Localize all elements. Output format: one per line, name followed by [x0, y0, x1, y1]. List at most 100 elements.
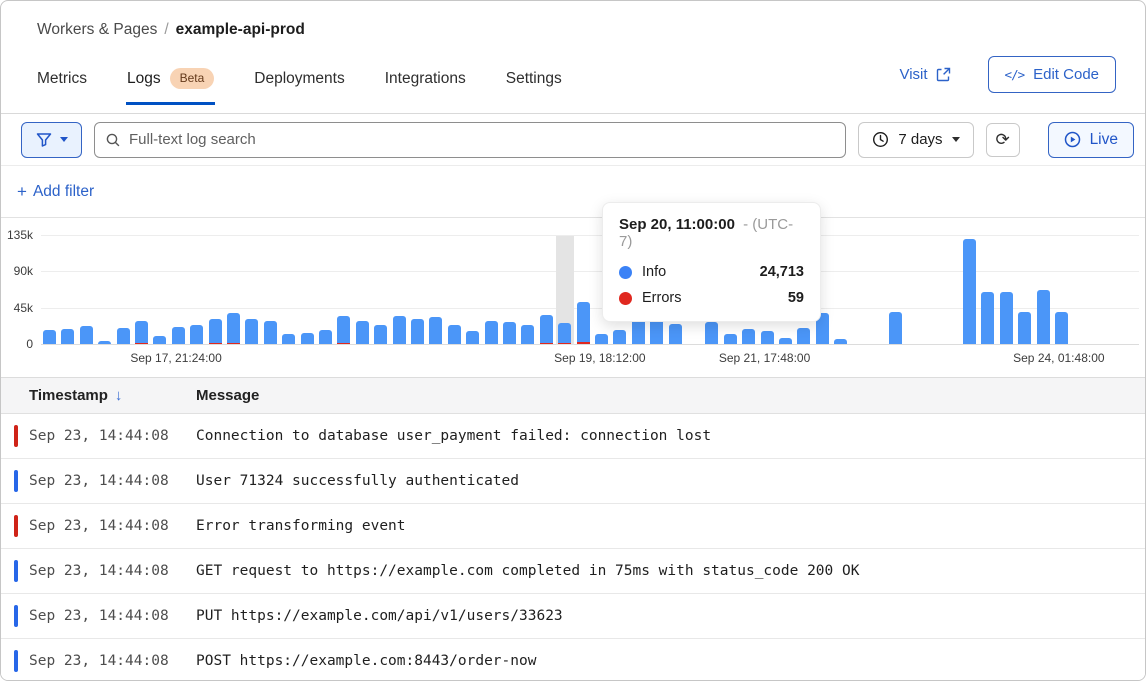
chart-bar[interactable]	[669, 324, 682, 344]
chart-bar[interactable]	[613, 330, 626, 344]
edit-code-button[interactable]: </> Edit Code	[988, 56, 1116, 93]
visit-link[interactable]: Visit	[899, 66, 950, 83]
chart-bar[interactable]	[1018, 312, 1031, 344]
chart-bar-info-segment	[209, 319, 222, 342]
info-level-indicator	[14, 560, 18, 582]
chart-bar[interactable]	[705, 322, 718, 344]
y-axis-tick-label: 45k	[14, 301, 33, 315]
chart-bar[interactable]	[319, 330, 332, 344]
chart-bar-info-segment	[245, 319, 258, 344]
log-row[interactable]: Sep 23, 14:44:08Connection to database u…	[1, 414, 1145, 459]
chart-bar[interactable]	[981, 292, 994, 344]
sort-desc-icon[interactable]: ↓	[115, 387, 123, 404]
chart-bar[interactable]	[374, 325, 387, 344]
chart-bar[interactable]	[742, 329, 755, 344]
chart-bar[interactable]	[43, 330, 56, 344]
chart-bar[interactable]	[245, 319, 258, 344]
log-row[interactable]: Sep 23, 14:44:08PUT https://example.com/…	[1, 594, 1145, 639]
chart-bar[interactable]	[227, 313, 240, 344]
chart-bar[interactable]	[356, 321, 369, 344]
tab-logs[interactable]: LogsBeta	[126, 66, 215, 105]
search-field	[94, 122, 846, 158]
refresh-button[interactable]: ⟳	[986, 123, 1020, 157]
chart-bar-error-segment	[227, 343, 240, 345]
chart-bar[interactable]	[393, 316, 406, 344]
chart-bar-info-segment	[963, 239, 976, 344]
chart-bar[interactable]	[337, 316, 350, 344]
chart-bar[interactable]	[761, 331, 774, 344]
log-message: POST https://example.com:8443/order-now	[196, 653, 1145, 669]
edit-code-label: Edit Code	[1033, 66, 1099, 83]
chart-plot	[41, 236, 1139, 345]
log-row[interactable]: Sep 23, 14:44:08POST https://example.com…	[1, 639, 1145, 681]
chart-bar[interactable]	[889, 312, 902, 344]
chart-bar[interactable]	[779, 338, 792, 344]
tab-deployments[interactable]: Deployments	[253, 66, 345, 105]
breadcrumb-section[interactable]: Workers & Pages	[37, 21, 157, 38]
chart-bar[interactable]	[540, 315, 553, 344]
chart-bar-info-segment	[889, 312, 902, 344]
live-button[interactable]: Live	[1048, 122, 1134, 158]
chart-bar-error-segment	[209, 343, 222, 345]
chart-bar[interactable]	[80, 326, 93, 344]
error-level-indicator	[14, 425, 18, 447]
code-icon: </>	[1005, 67, 1025, 82]
log-message: User 71324 successfully authenticated	[196, 473, 1145, 489]
filter-menu-button[interactable]	[21, 122, 82, 158]
chart-bar-info-segment	[466, 331, 479, 344]
log-table-body: Sep 23, 14:44:08Connection to database u…	[1, 414, 1145, 681]
log-row[interactable]: Sep 23, 14:44:08GET request to https://e…	[1, 549, 1145, 594]
play-circle-icon	[1064, 131, 1081, 148]
chart-bar[interactable]	[411, 319, 424, 344]
tab-metrics[interactable]: Metrics	[36, 66, 88, 105]
tabs: Metrics LogsBeta Deployments Integrations Se…	[36, 66, 563, 105]
chart-bar[interactable]	[209, 319, 222, 344]
chart-y-axis: 135k90k45k0	[1, 236, 35, 345]
chart-bar[interactable]	[172, 327, 185, 344]
chart-bar[interactable]	[190, 325, 203, 344]
column-header-timestamp[interactable]: Timestamp ↓	[1, 387, 196, 404]
chart-bar[interactable]	[577, 302, 590, 344]
chart-bar[interactable]	[1055, 312, 1068, 344]
chart-bar[interactable]	[429, 317, 442, 344]
log-table: Timestamp ↓ Message Sep 23, 14:44:08Conn…	[1, 377, 1145, 681]
chart-bar[interactable]	[282, 334, 295, 344]
chart-bar[interactable]	[558, 323, 571, 344]
funnel-icon	[36, 132, 52, 148]
log-row[interactable]: Sep 23, 14:44:08Error transforming event	[1, 504, 1145, 549]
chart-bar[interactable]	[485, 321, 498, 344]
tab-integrations[interactable]: Integrations	[384, 66, 467, 105]
chart-bar[interactable]	[503, 322, 516, 344]
chart-bar[interactable]	[135, 321, 148, 344]
chart-bar[interactable]	[264, 321, 277, 344]
chart-bar-info-segment	[393, 316, 406, 344]
y-axis-tick-label: 0	[26, 337, 33, 351]
chart-bar[interactable]	[153, 336, 166, 344]
chart-bar[interactable]	[724, 334, 737, 344]
live-label: Live	[1090, 131, 1118, 149]
tab-label: Deployments	[254, 70, 344, 88]
chart-bar[interactable]	[1000, 292, 1013, 344]
chart-bar[interactable]	[117, 328, 130, 344]
search-input[interactable]	[94, 122, 846, 158]
chart-bar[interactable]	[98, 341, 111, 344]
chart-bar[interactable]	[448, 325, 461, 344]
chart-bar[interactable]	[963, 239, 976, 344]
chart-bar[interactable]	[797, 328, 810, 344]
chart-bar[interactable]	[61, 329, 74, 344]
chart-bar[interactable]	[301, 333, 314, 344]
chart-bar[interactable]	[595, 334, 608, 344]
tab-settings[interactable]: Settings	[505, 66, 563, 105]
chart-bar-info-segment	[1018, 312, 1031, 344]
time-range-button[interactable]: 7 days	[858, 122, 973, 158]
tooltip-rows: Info24,713Errors59	[619, 264, 804, 306]
chart-bar-info-segment	[724, 334, 737, 344]
chart-bar[interactable]	[521, 325, 534, 344]
chart-bar-info-segment	[374, 325, 387, 344]
chart-bar[interactable]	[834, 339, 847, 344]
chart-bar-info-segment	[981, 292, 994, 344]
chart-bar[interactable]	[466, 331, 479, 344]
log-row[interactable]: Sep 23, 14:44:08User 71324 successfully …	[1, 459, 1145, 504]
chart-bar[interactable]	[1037, 290, 1050, 344]
add-filter-button[interactable]: + Add filter	[17, 182, 94, 202]
